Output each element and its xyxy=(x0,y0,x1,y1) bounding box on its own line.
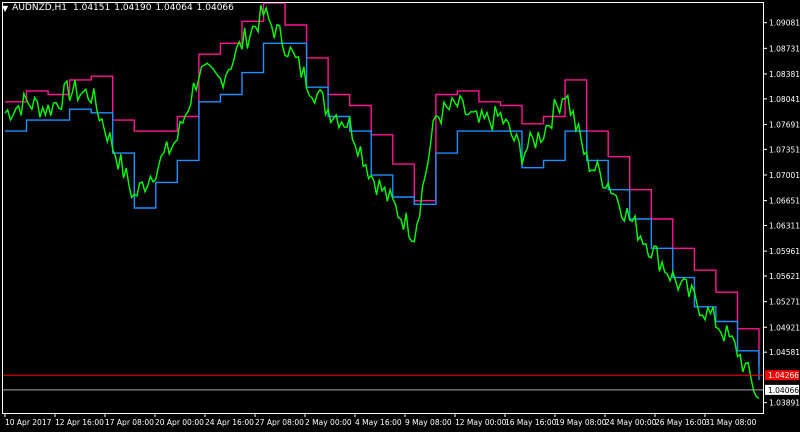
chart-header: ▼ AUDNZD,H1 1.04151 1.04190 1.04064 1.04… xyxy=(2,1,238,15)
chart-menu-arrow-icon[interactable]: ▼ xyxy=(2,4,8,13)
price-tick-label: 1.06651 xyxy=(769,197,800,206)
time-tick-label: 24 May 00:00 xyxy=(605,418,657,427)
bid-price-badge: 1.04066 xyxy=(765,384,799,395)
time-tick-label: 12 Apr 16:00 xyxy=(55,418,104,427)
upper-band-line xyxy=(5,2,760,366)
time-tick-label: 27 Apr 08:00 xyxy=(255,418,304,427)
high-value: 1.04190 xyxy=(114,3,152,13)
price-series-line xyxy=(4,4,760,399)
time-tick-label: 24 Apr 16:00 xyxy=(205,418,254,427)
time-tick-label: 12 May 00:00 xyxy=(455,418,507,427)
time-tick-label: 2 May 00:00 xyxy=(305,418,352,427)
price-tick-label: 1.07351 xyxy=(769,145,800,154)
ask-price-badge-label: 1.04266 xyxy=(768,371,799,380)
price-tick-label: 1.08381 xyxy=(769,70,800,79)
bid-price-badge-label: 1.04066 xyxy=(768,386,799,395)
close-value: 1.04066 xyxy=(196,3,234,13)
time-tick-label: 19 May 08:00 xyxy=(555,418,607,427)
chart-border xyxy=(2,2,764,414)
price-tick-label: 1.07001 xyxy=(769,171,800,180)
time-axis[interactable]: 10 Apr 2017 12 Apr 16:00 17 Apr 08:00 20 Ap… xyxy=(4,413,757,427)
symbol-label: AUDNZD,H1 xyxy=(12,3,68,13)
ask-price-badge: 1.04266 xyxy=(765,370,799,381)
price-axis[interactable]: 1.09081 1.08731 1.08381 1.08041 1.07691 1.073… xyxy=(763,19,800,408)
price-tick-label: 1.03891 xyxy=(769,399,800,408)
time-tick-label: 4 May 16:00 xyxy=(355,418,402,427)
price-tick-label: 1.05271 xyxy=(769,298,800,307)
time-tick-label: 10 Apr 2017 xyxy=(5,418,52,427)
low-value: 1.04064 xyxy=(155,3,193,13)
price-tick-label: 1.04921 xyxy=(769,323,800,332)
time-tick-label: 9 May 08:00 xyxy=(405,418,452,427)
time-tick-label: 17 Apr 08:00 xyxy=(105,418,154,427)
time-tick-label: 16 May 16:00 xyxy=(505,418,557,427)
lower-band-line xyxy=(5,42,760,381)
price-chart[interactable]: 1.09081 1.08731 1.08381 1.08041 1.07691 1.073… xyxy=(0,0,800,432)
price-tick-label: 1.05621 xyxy=(769,272,800,281)
price-tick-label: 1.05961 xyxy=(769,247,800,256)
plot-area[interactable] xyxy=(3,2,763,399)
price-tick-label: 1.09081 xyxy=(769,19,800,28)
price-tick-label: 1.08041 xyxy=(769,95,800,104)
price-tick-label: 1.06311 xyxy=(769,221,800,230)
price-tick-label: 1.08731 xyxy=(769,44,800,53)
time-tick-label: 20 Apr 00:00 xyxy=(155,418,204,427)
time-tick-label: 31 May 08:00 xyxy=(705,418,757,427)
price-tick-label: 1.07691 xyxy=(769,120,800,129)
price-tick-label: 1.04581 xyxy=(769,348,800,357)
chart-window[interactable]: 1.09081 1.08731 1.08381 1.08041 1.07691 1.073… xyxy=(0,0,800,432)
open-value: 1.04151 xyxy=(73,3,111,13)
time-tick-label: 26 May 16:00 xyxy=(655,418,707,427)
